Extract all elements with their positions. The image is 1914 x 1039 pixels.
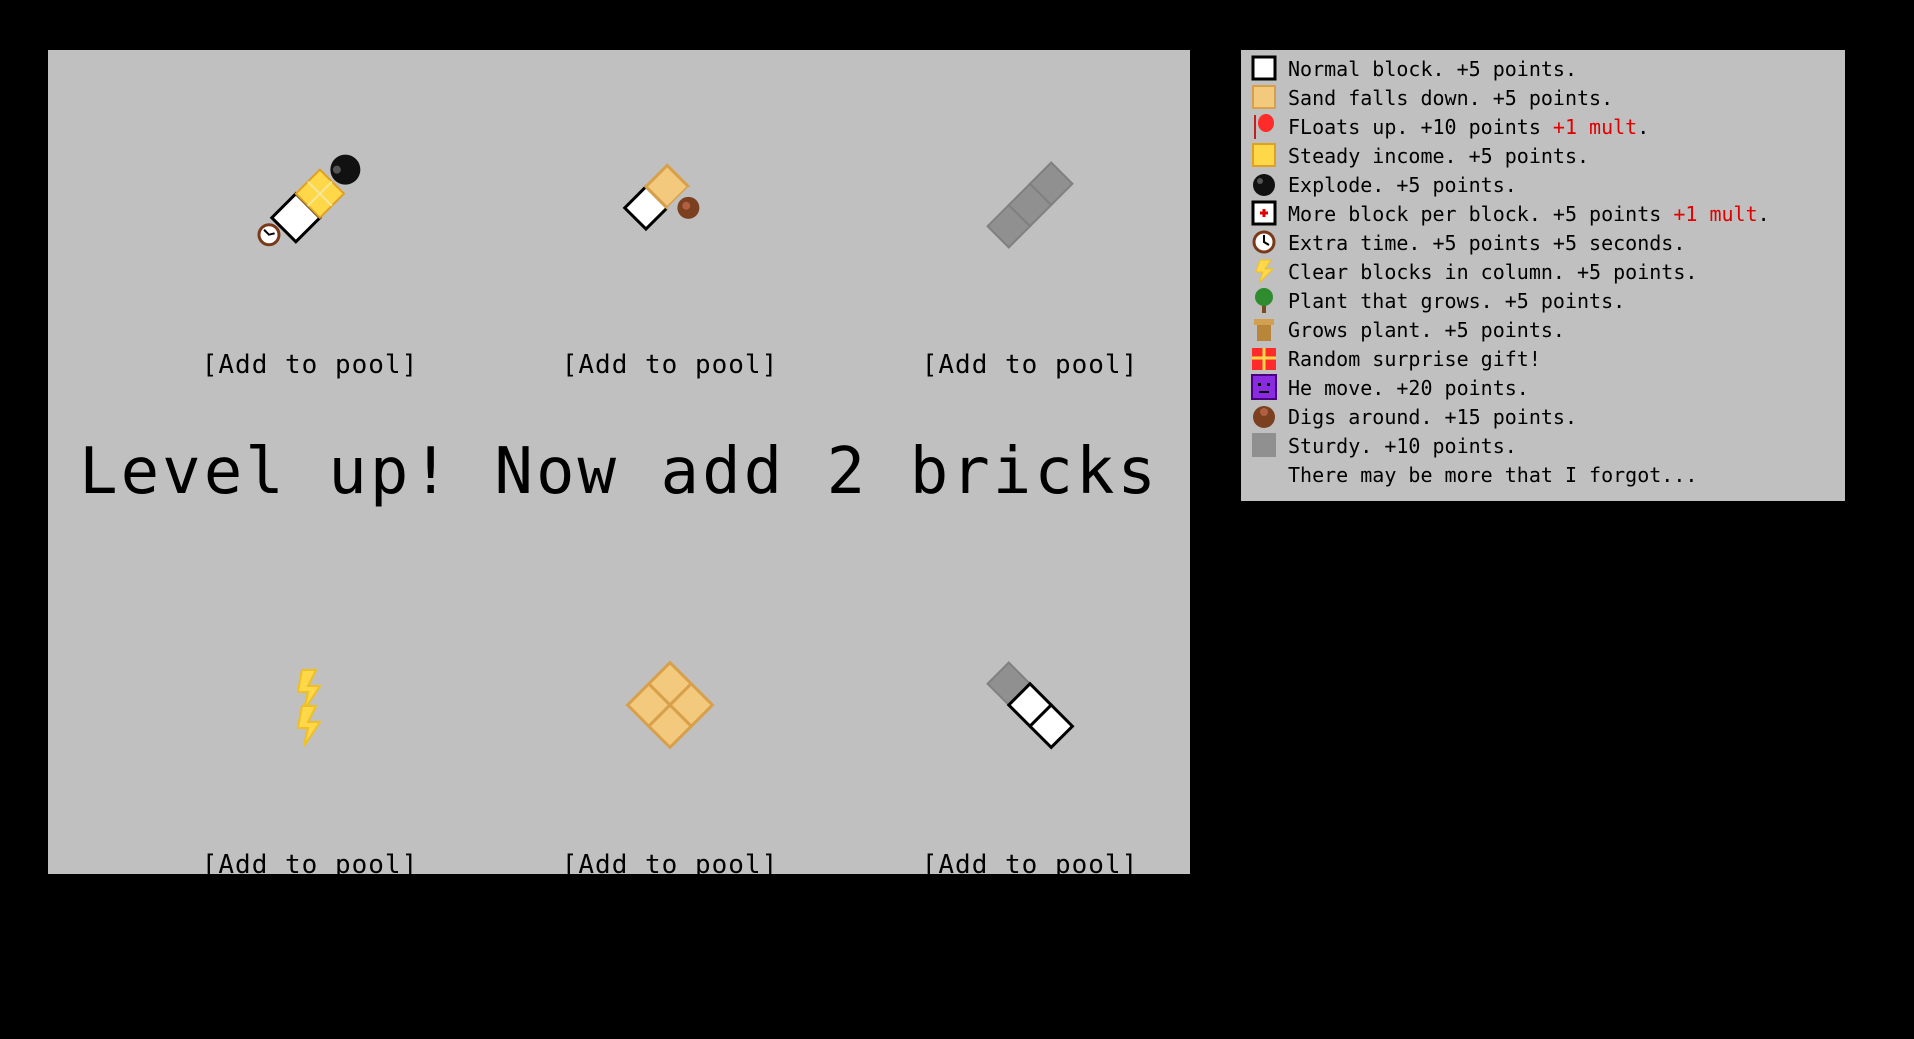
piece-4[interactable] <box>220 630 400 780</box>
legend-description: FLoats up. +10 points <box>1288 115 1541 139</box>
legend-description: Explode. +5 points. <box>1288 173 1517 197</box>
lightning-block-icon <box>296 705 322 747</box>
legend-description: More block per block. +5 points <box>1288 202 1662 226</box>
legend-text: FLoats up. +10 points +1 mult. <box>1288 115 1649 139</box>
sand-block-icon <box>1251 84 1277 110</box>
steady-block-icon <box>1251 142 1277 168</box>
digger-block-icon <box>1251 403 1277 429</box>
legend-description: Sand falls down. +5 points. <box>1288 86 1614 110</box>
legend-text: Grows plant. +5 points. <box>1288 318 1565 342</box>
legend-text: Extra time. +5 points +5 seconds. <box>1288 231 1685 255</box>
add-to-pool-button-3[interactable]: [Add to pool] <box>900 350 1160 380</box>
piece-2[interactable] <box>580 130 760 280</box>
legend-description: Clear blocks in column. +5 points. <box>1288 260 1698 284</box>
legend-description: Extra time. +5 points +5 seconds. <box>1288 231 1686 255</box>
pot-block-icon <box>1251 316 1277 342</box>
lightning-block-icon <box>296 669 322 711</box>
bomb-block-icon <box>1251 171 1277 197</box>
legend-text: Random surprise gift! <box>1288 347 1541 371</box>
piece-1[interactable] <box>220 130 400 280</box>
piece-6[interactable] <box>940 630 1120 780</box>
legend-text: Sturdy. +10 points. <box>1288 434 1517 458</box>
plant-block-icon <box>1251 287 1277 313</box>
legend-text: Digs around. +15 points. <box>1288 405 1577 429</box>
balloon-block-icon <box>1251 113 1277 139</box>
level-up-title: Level up! Now add 2 bricks <box>79 435 1159 509</box>
plus-block-icon <box>1251 200 1277 226</box>
legend-tail: . <box>1637 115 1650 139</box>
legend-description: Plant that grows. +5 points. <box>1288 289 1626 313</box>
legend-text: Normal block. +5 points. <box>1288 57 1577 81</box>
monster-block-icon <box>1251 374 1277 400</box>
legend-description: Random surprise gift! <box>1288 347 1541 371</box>
legend-description: Normal block. +5 points. <box>1288 57 1577 81</box>
clock-block-icon <box>1251 229 1277 255</box>
legend-description: He move. +20 points. <box>1288 376 1529 400</box>
legend-description: Digs around. +15 points. <box>1288 405 1577 429</box>
legend-tail: . <box>1757 202 1770 226</box>
legend-description: There may be more that I forgot... <box>1288 463 1698 487</box>
legend-text: He move. +20 points. <box>1288 376 1529 400</box>
legend-text: More block per block. +5 points +1 mult. <box>1288 202 1770 226</box>
lightning-block-icon <box>1251 258 1277 284</box>
legend-text: Sand falls down. +5 points. <box>1288 86 1613 110</box>
legend-description: Sturdy. +10 points. <box>1288 434 1517 458</box>
legend-text: Explode. +5 points. <box>1288 173 1517 197</box>
legend-text: There may be more that I forgot... <box>1288 463 1697 487</box>
legend-text: Clear blocks in column. +5 points. <box>1288 260 1697 284</box>
add-to-pool-button-5[interactable]: [Add to pool] <box>540 850 800 880</box>
add-to-pool-button-1[interactable]: [Add to pool] <box>180 350 440 380</box>
block-legend: Normal block. +5 points. Sand falls down.… <box>1241 50 1845 501</box>
piece-5[interactable] <box>580 630 760 780</box>
legend-text: Plant that grows. +5 points. <box>1288 289 1625 313</box>
legend-description: Steady income. +5 points. <box>1288 144 1590 168</box>
normal-block-icon <box>1251 55 1277 81</box>
legend-mult: +1 mult <box>1661 202 1758 226</box>
legend-description: Grows plant. +5 points. <box>1288 318 1565 342</box>
legend-mult: +1 mult <box>1540 115 1638 139</box>
gift-block-icon <box>1251 345 1277 371</box>
add-to-pool-button-6[interactable]: [Add to pool] <box>900 850 1160 880</box>
piece-3[interactable] <box>940 130 1120 280</box>
sturdy-block-icon <box>1251 432 1277 458</box>
legend-text: Steady income. +5 points. <box>1288 144 1589 168</box>
add-to-pool-button-2[interactable]: [Add to pool] <box>540 350 800 380</box>
add-to-pool-button-4[interactable]: [Add to pool] <box>180 850 440 880</box>
game-panel: [Add to pool] [Add to pool] [Add to pool… <box>48 50 1190 880</box>
